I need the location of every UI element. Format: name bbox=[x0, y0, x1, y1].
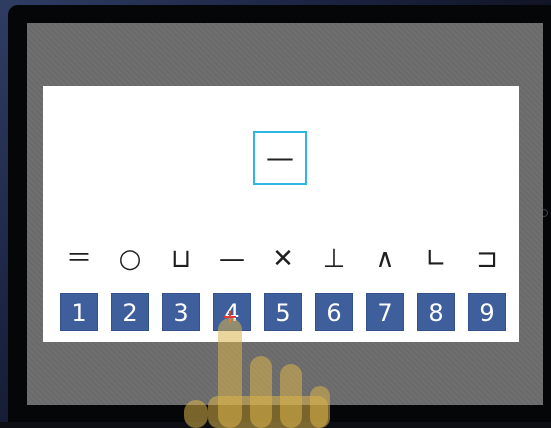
target-symbol-box: — bbox=[253, 131, 307, 185]
symbol-9: ⊐ bbox=[476, 244, 498, 274]
symbol-6: ⊥ bbox=[322, 244, 346, 274]
symbol-5: ✕ bbox=[272, 244, 294, 274]
symbol-7: ∧ bbox=[375, 244, 395, 274]
key-8-button[interactable]: 8 bbox=[417, 293, 455, 331]
symbol-8: ∟ bbox=[425, 244, 447, 274]
symbol-3: ⊔ bbox=[170, 244, 192, 274]
key-6-button[interactable]: 6 bbox=[315, 293, 353, 331]
symbol-4: — bbox=[219, 244, 245, 274]
symbol-1: ＝ bbox=[65, 244, 92, 274]
symbol-2: ○ bbox=[118, 244, 142, 274]
key-1-button[interactable]: 1 bbox=[60, 293, 98, 331]
key-5-button[interactable]: 5 bbox=[264, 293, 302, 331]
task-panel: — ＝ ○ ⊔ — ✕ ⊥ ∧ ∟ ⊐ 1 2 3 4 5 6 7 8 9 bbox=[43, 86, 519, 342]
key-4-button[interactable]: 4 bbox=[213, 293, 251, 331]
key-3-button[interactable]: 3 bbox=[162, 293, 200, 331]
key-2-button[interactable]: 2 bbox=[111, 293, 149, 331]
key-7-button[interactable]: 7 bbox=[366, 293, 404, 331]
key-9-button[interactable]: 9 bbox=[468, 293, 506, 331]
tablet-device: — ＝ ○ ⊔ — ✕ ⊥ ∧ ∟ ⊐ 1 2 3 4 5 6 7 8 9 bbox=[0, 0, 551, 428]
target-symbol: — bbox=[266, 141, 294, 174]
